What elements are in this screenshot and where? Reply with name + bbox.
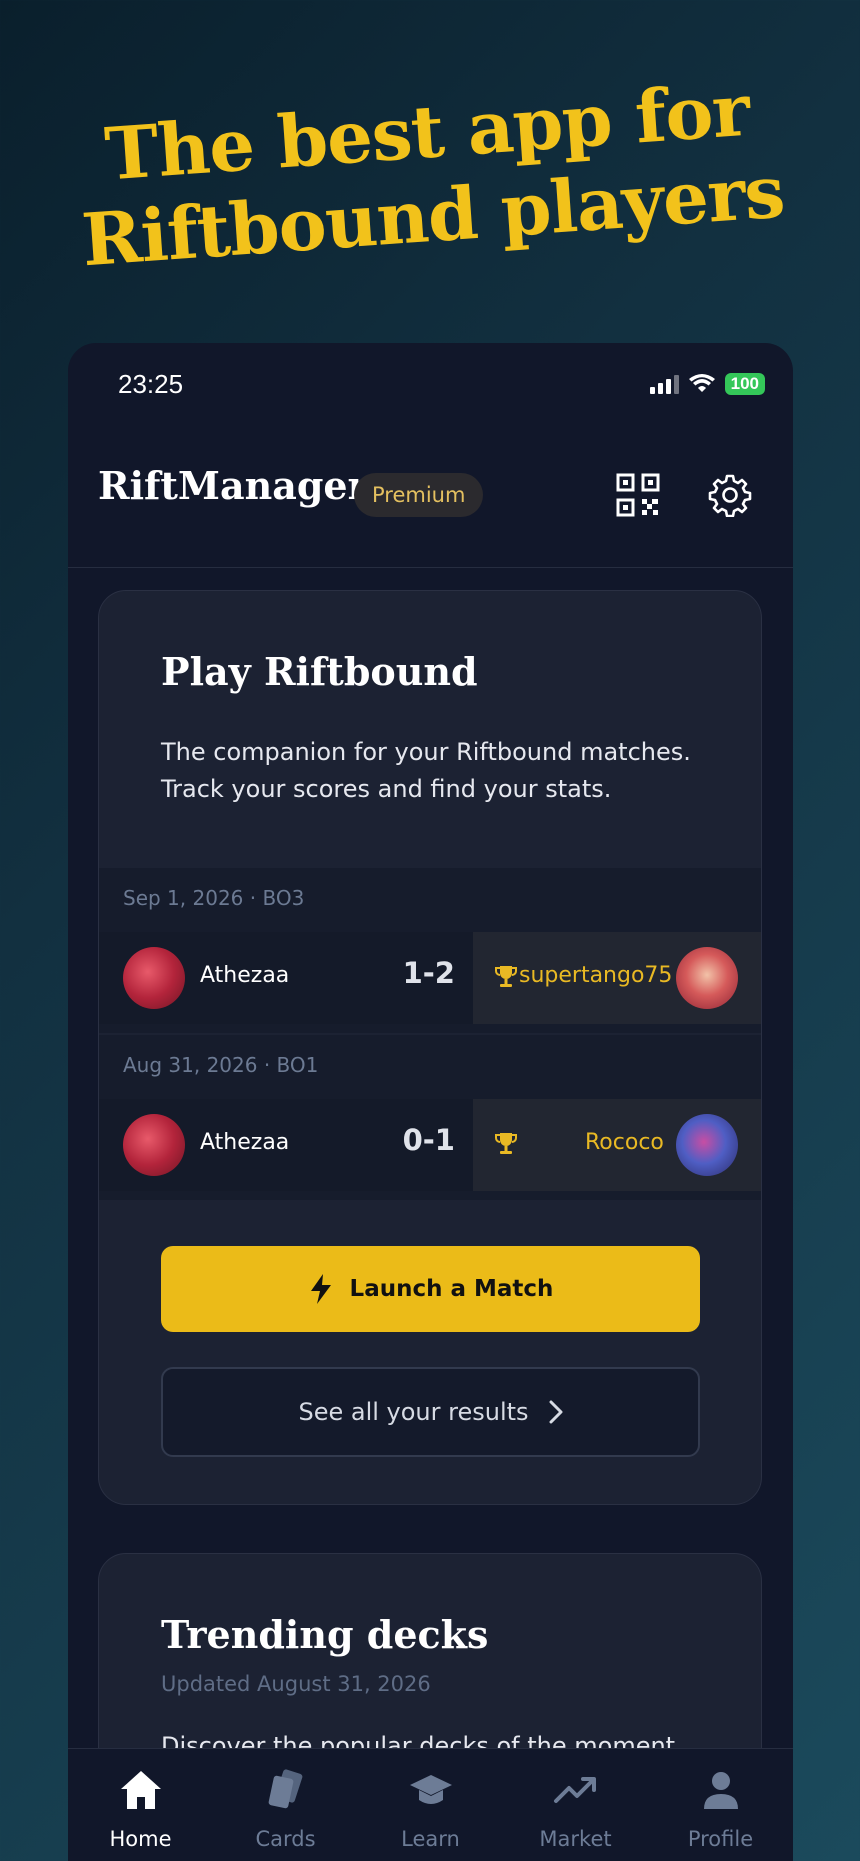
promo-headline: The best app for Riftbound players xyxy=(0,60,860,288)
app-title: RiftManager xyxy=(98,463,368,508)
tab-home[interactable]: Home xyxy=(68,1749,213,1861)
graduation-cap-icon xyxy=(409,1775,452,1804)
cards-icon xyxy=(268,1769,302,1809)
play-card-description: The companion for your Riftbound matches… xyxy=(161,738,691,803)
trending-title: Trending decks xyxy=(161,1612,489,1657)
tab-cards[interactable]: Cards xyxy=(213,1749,358,1861)
match-score: 0-1 xyxy=(402,1123,455,1157)
trophy-icon xyxy=(495,966,517,987)
play-riftbound-card: Play Riftbound The companion for your Ri… xyxy=(98,590,762,1505)
tab-profile[interactable]: Profile xyxy=(648,1749,793,1861)
tab-label: Cards xyxy=(255,1827,316,1851)
opponent-name: supertango75 xyxy=(519,963,673,988)
tab-label: Profile xyxy=(687,1827,754,1851)
match-score: 1-2 xyxy=(402,956,455,990)
status-time: 23:25 xyxy=(118,369,184,399)
avatar xyxy=(123,947,185,1009)
trending-up-icon xyxy=(553,1777,596,1803)
match-row[interactable]: Sep 1, 2026 · BO3 Athezaa 1-2 supertango… xyxy=(99,868,761,1033)
opponent-name: Rococo xyxy=(585,1130,664,1155)
player-name: Athezaa xyxy=(200,1130,290,1155)
tab-learn[interactable]: Learn xyxy=(358,1749,503,1861)
match-row[interactable]: Aug 31, 2026 · BO1 Athezaa 0-1 Rococo xyxy=(99,1035,761,1200)
app-header: RiftManager Premium xyxy=(68,423,793,568)
battery-icon: 100 xyxy=(724,373,765,395)
match-players: Athezaa 0-1 Rococo xyxy=(99,1099,761,1191)
tab-bar: Home Cards Learn Market Profile xyxy=(68,1748,793,1861)
match-opponent-side: supertango75 xyxy=(473,932,761,1024)
phone-screen: 23:25 100 RiftManager Premium Play Riftb… xyxy=(68,343,793,1861)
home-icon xyxy=(120,1771,161,1809)
match-meta: Aug 31, 2026 · BO1 xyxy=(123,1053,319,1077)
match-meta: Sep 1, 2026 · BO3 xyxy=(123,886,305,910)
avatar xyxy=(123,1114,185,1176)
match-opponent-side: Rococo xyxy=(473,1099,761,1191)
launch-match-label: Launch a Match xyxy=(349,1276,554,1302)
launch-match-button[interactable]: Launch a Match xyxy=(161,1246,700,1332)
trending-updated: Updated August 31, 2026 xyxy=(161,1672,431,1696)
player-name: Athezaa xyxy=(200,963,290,988)
match-players: Athezaa 1-2 supertango75 xyxy=(99,932,761,1024)
status-bar: 23:25 100 xyxy=(68,343,793,423)
avatar xyxy=(676,1114,738,1176)
signal-icon xyxy=(649,374,679,394)
match-player-side: Athezaa 1-2 xyxy=(99,932,473,1024)
tab-label: Market xyxy=(539,1827,612,1851)
chevron-right-icon xyxy=(549,1400,563,1424)
tab-label: Home xyxy=(109,1827,172,1851)
premium-badge[interactable]: Premium xyxy=(354,473,484,517)
wifi-icon xyxy=(688,374,715,392)
play-card-title: Play Riftbound xyxy=(161,649,478,694)
match-player-side: Athezaa 0-1 xyxy=(99,1099,473,1191)
qr-code-icon[interactable] xyxy=(616,473,660,517)
status-indicators: 100 xyxy=(649,373,765,395)
see-results-button[interactable]: See all your results xyxy=(161,1367,700,1457)
gear-icon[interactable] xyxy=(708,473,752,517)
tab-market[interactable]: Market xyxy=(503,1749,648,1861)
avatar xyxy=(676,947,738,1009)
trophy-icon xyxy=(495,1133,517,1154)
user-icon xyxy=(703,1772,738,1809)
tab-label: Learn xyxy=(401,1827,460,1851)
lightning-icon xyxy=(310,1274,331,1304)
see-results-label: See all your results xyxy=(298,1398,529,1426)
